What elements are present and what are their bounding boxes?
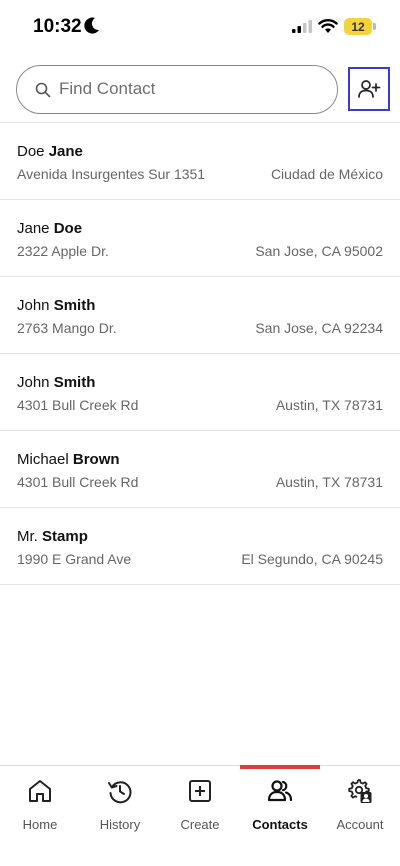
tab-home-label: Home <box>22 817 58 832</box>
status-bar: 10:32 12 <box>0 0 400 54</box>
contact-row[interactable]: John Smith 2763 Mango Dr. San Jose, CA 9… <box>0 277 400 354</box>
moon-icon <box>84 17 99 34</box>
account-settings-icon <box>348 779 372 803</box>
contact-street: Avenida Insurgentes Sur 1351 <box>17 166 206 182</box>
tab-account[interactable]: Account <box>320 766 400 846</box>
contact-city: Austin, TX 78731 <box>275 397 383 413</box>
contact-name: Jane Doe <box>17 220 83 237</box>
contact-row[interactable]: Mr. Stamp 1990 E Grand Ave El Segundo, C… <box>0 508 400 585</box>
person-add-icon <box>358 80 381 98</box>
tab-account-label: Account <box>336 817 384 832</box>
contact-row[interactable]: Jane Doe 2322 Apple Dr. San Jose, CA 950… <box>0 200 400 277</box>
search-input[interactable] <box>59 66 329 112</box>
contact-name: John Smith <box>17 374 96 391</box>
contact-street: 2763 Mango Dr. <box>17 320 117 336</box>
contact-list: Doe Jane Avenida Insurgentes Sur 1351 Ci… <box>0 122 400 585</box>
contact-row[interactable]: Michael Brown 4301 Bull Creek Rd Austin,… <box>0 431 400 508</box>
status-time: 10:32 <box>33 16 82 37</box>
add-contact-button[interactable] <box>348 67 390 111</box>
contact-city: Austin, TX 78731 <box>275 474 383 490</box>
contact-city: San Jose, CA 92234 <box>255 320 383 336</box>
contact-street: 1990 E Grand Ave <box>17 551 132 567</box>
tab-history[interactable]: History <box>80 766 160 846</box>
search-box[interactable] <box>16 65 338 114</box>
contact-row[interactable]: John Smith 4301 Bull Creek Rd Austin, TX… <box>0 354 400 431</box>
contact-name: Michael Brown <box>17 451 120 468</box>
battery-level: 12 <box>344 18 372 35</box>
contact-city: Ciudad de México <box>270 166 383 182</box>
contact-city: San Jose, CA 95002 <box>255 243 383 259</box>
contact-name: John Smith <box>17 297 96 314</box>
wifi-icon <box>318 19 338 33</box>
contact-name: Mr. Stamp <box>17 528 88 545</box>
signal-icon <box>292 20 312 33</box>
contact-street: 2322 Apple Dr. <box>17 243 109 259</box>
contacts-icon <box>267 780 293 802</box>
contact-city: El Segundo, CA 90245 <box>241 551 383 567</box>
home-icon <box>29 780 51 802</box>
search-icon <box>35 82 51 98</box>
bottom-nav: Home History Create Contacts Account <box>0 765 400 866</box>
tab-home[interactable]: Home <box>0 766 80 846</box>
history-icon <box>108 781 132 804</box>
tab-create-label: Create <box>180 817 220 832</box>
tab-contacts[interactable]: Contacts <box>240 766 320 846</box>
contact-row[interactable]: Doe Jane Avenida Insurgentes Sur 1351 Ci… <box>0 123 400 200</box>
tab-contacts-label: Contacts <box>252 817 308 832</box>
contact-street: 4301 Bull Creek Rd <box>17 397 139 413</box>
create-icon <box>189 780 211 802</box>
tab-history-label: History <box>99 817 141 832</box>
contact-street: 4301 Bull Creek Rd <box>17 474 139 490</box>
battery-icon: 12 <box>344 18 376 35</box>
tab-create[interactable]: Create <box>160 766 240 846</box>
contact-name: Doe Jane <box>17 143 83 160</box>
